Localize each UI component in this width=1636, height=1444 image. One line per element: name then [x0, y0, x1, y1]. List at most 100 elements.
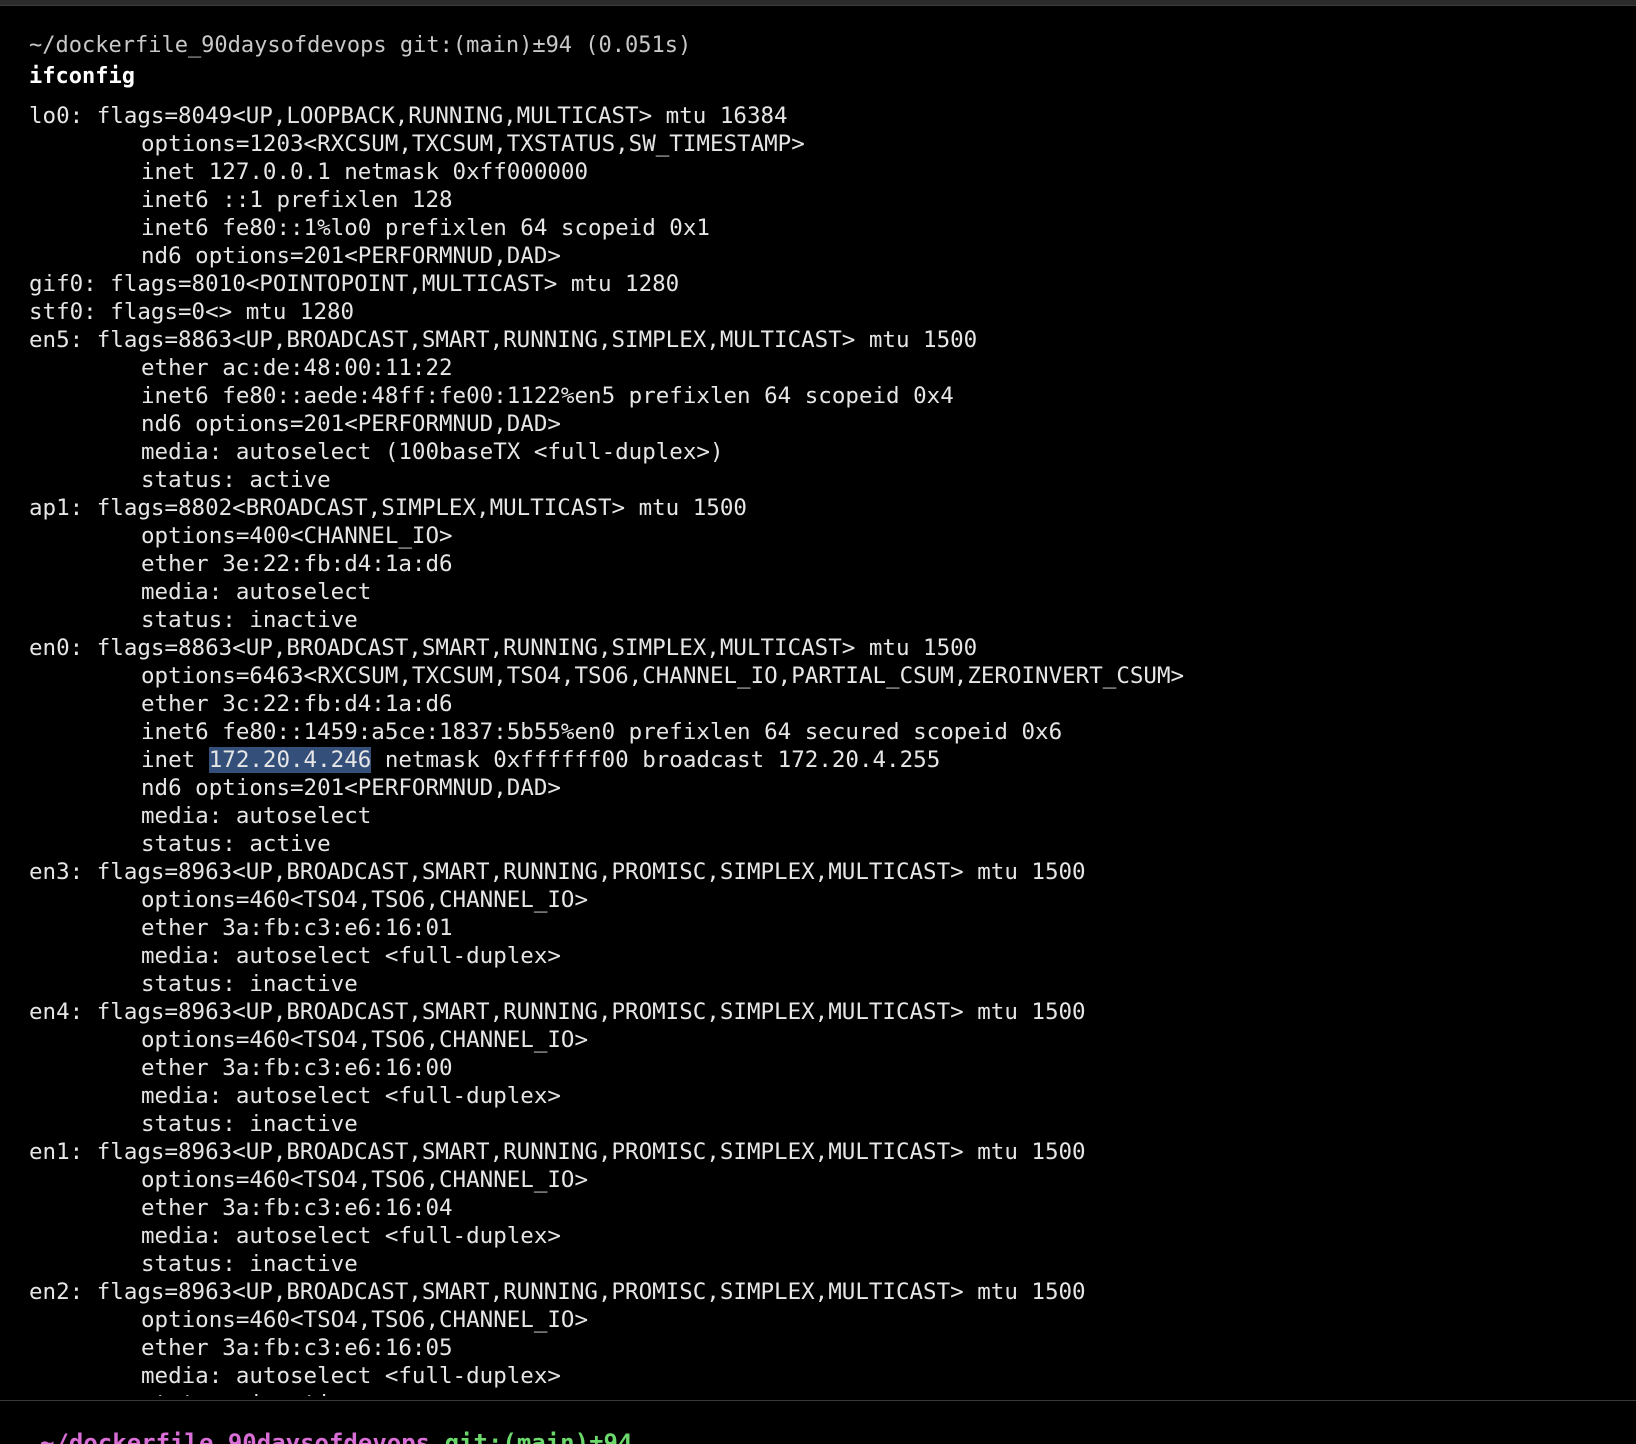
- prompt-path: ~/dockerfile_90daysofdevops: [29, 33, 387, 58]
- output-line-text: inet6 ::1 prefixlen 128: [141, 187, 453, 213]
- output-line-text: nd6 options=201<PERFORMNUD,DAD>: [141, 243, 561, 269]
- output-line-text: ether 3a:fb:c3:e6:16:01: [141, 915, 453, 941]
- output-line: ether 3e:22:fb:d4:1a:d6: [29, 550, 1609, 578]
- output-line: media: autoselect <full-duplex>: [29, 1082, 1609, 1110]
- output-line-text: options=460<TSO4,TSO6,CHANNEL_IO>: [141, 887, 589, 913]
- output-line: lo0: flags=8049<UP,LOOPBACK,RUNNING,MULT…: [29, 102, 1609, 130]
- output-line-text: stf0: flags=0<> mtu 1280: [29, 299, 355, 325]
- output-line: ether 3a:fb:c3:e6:16:05: [29, 1334, 1609, 1362]
- output-line-text: ether 3c:22:fb:d4:1a:d6: [141, 691, 453, 717]
- output-line: status: inactive: [29, 606, 1609, 634]
- output-line: media: autoselect <full-duplex>: [29, 1222, 1609, 1250]
- output-line-text: inet6 fe80::1459:a5ce:1837:5b55%en0 pref…: [141, 719, 1063, 745]
- output-line: en4: flags=8963<UP,BROADCAST,SMART,RUNNI…: [29, 998, 1609, 1026]
- output-line: inet6 ::1 prefixlen 128: [29, 186, 1609, 214]
- output-line-text: media: autoselect <full-duplex>: [141, 943, 561, 969]
- active-prompt[interactable]: ~/dockerfile_90daysofdevops git:(main)±9…: [40, 1428, 632, 1444]
- output-line: inet6 fe80::1459:a5ce:1837:5b55%en0 pref…: [29, 718, 1609, 746]
- output-line: media: autoselect: [29, 578, 1609, 606]
- output-line: inet6 fe80::1%lo0 prefixlen 64 scopeid 0…: [29, 214, 1609, 242]
- output-line-text: ether ac:de:48:00:11:22: [141, 355, 453, 381]
- output-line-text: options=460<TSO4,TSO6,CHANNEL_IO>: [141, 1307, 589, 1333]
- output-line-text: lo0: flags=8049<UP,LOOPBACK,RUNNING,MULT…: [29, 103, 788, 129]
- output-line: options=460<TSO4,TSO6,CHANNEL_IO>: [29, 1166, 1609, 1194]
- output-line-text: status: inactive: [141, 1251, 358, 1277]
- output-line-text: en3: flags=8963<UP,BROADCAST,SMART,RUNNI…: [29, 859, 1086, 885]
- output-line: inet 172.20.4.246 netmask 0xffffff00 bro…: [29, 746, 1609, 774]
- output-line: en0: flags=8863<UP,BROADCAST,SMART,RUNNI…: [29, 634, 1609, 662]
- output-line-text: ether 3a:fb:c3:e6:16:04: [141, 1195, 453, 1221]
- output-line: inet6 fe80::aede:48ff:fe00:1122%en5 pref…: [29, 382, 1609, 410]
- terminal-output-block[interactable]: ~/dockerfile_90daysofdevops git:(main)±9…: [29, 30, 1609, 1396]
- active-prompt-path: ~/dockerfile_90daysofdevops: [40, 1429, 431, 1444]
- output-line: nd6 options=201<PERFORMNUD,DAD>: [29, 242, 1609, 270]
- output-line: media: autoselect <full-duplex>: [29, 942, 1609, 970]
- output-line: status: inactive: [29, 970, 1609, 998]
- output-line-text: status: active: [141, 467, 331, 493]
- output-line: ether ac:de:48:00:11:22: [29, 354, 1609, 382]
- output-line-text: options=6463<RXCSUM,TXCSUM,TSO4,TSO6,CHA…: [141, 663, 1185, 689]
- output-line-text: inet 127.0.0.1 netmask 0xff000000: [141, 159, 589, 185]
- output-line-text: media: autoselect <full-duplex>: [141, 1223, 561, 1249]
- output-line-text: en5: flags=8863<UP,BROADCAST,SMART,RUNNI…: [29, 327, 978, 353]
- output-line-text: inet: [141, 747, 209, 773]
- output-line-text: en4: flags=8963<UP,BROADCAST,SMART,RUNNI…: [29, 999, 1086, 1025]
- output-line-text: options=460<TSO4,TSO6,CHANNEL_IO>: [141, 1027, 589, 1053]
- output-line-text: media: autoselect (100baseTX <full-duple…: [141, 439, 724, 465]
- output-line: options=460<TSO4,TSO6,CHANNEL_IO>: [29, 1306, 1609, 1334]
- output-line: options=400<CHANNEL_IO>: [29, 522, 1609, 550]
- prompt-duration: (0.051s): [572, 33, 692, 58]
- output-line: media: autoselect: [29, 802, 1609, 830]
- output-line-text: status: inactive: [141, 971, 358, 997]
- output-line-text: en1: flags=8963<UP,BROADCAST,SMART,RUNNI…: [29, 1139, 1086, 1165]
- output-line: en5: flags=8863<UP,BROADCAST,SMART,RUNNI…: [29, 326, 1609, 354]
- output-line-text: ether 3a:fb:c3:e6:16:00: [141, 1055, 453, 1081]
- output-line-text: media: autoselect <full-duplex>: [141, 1363, 561, 1389]
- output-line-text: status: inactive: [141, 607, 358, 633]
- output-line: options=460<TSO4,TSO6,CHANNEL_IO>: [29, 1026, 1609, 1054]
- active-prompt-git-status: git:(main)±94: [430, 1429, 633, 1444]
- output-line-text: ap1: flags=8802<BROADCAST,SIMPLEX,MULTIC…: [29, 495, 747, 521]
- output-line: ether 3c:22:fb:d4:1a:d6: [29, 690, 1609, 718]
- output-line: nd6 options=201<PERFORMNUD,DAD>: [29, 774, 1609, 802]
- output-line-text: nd6 options=201<PERFORMNUD,DAD>: [141, 775, 561, 801]
- selected-ip-address[interactable]: 172.20.4.246: [208, 747, 372, 773]
- output-line-text: options=400<CHANNEL_IO>: [141, 523, 453, 549]
- output-line: gif0: flags=8010<POINTOPOINT,MULTICAST> …: [29, 270, 1609, 298]
- output-line: options=460<TSO4,TSO6,CHANNEL_IO>: [29, 886, 1609, 914]
- output-line: status: inactive: [29, 1110, 1609, 1138]
- output-line: options=1203<RXCSUM,TXCSUM,TXSTATUS,SW_T…: [29, 130, 1609, 158]
- output-line: status: active: [29, 830, 1609, 858]
- output-line-text: inet6 fe80::1%lo0 prefixlen 64 scopeid 0…: [141, 215, 710, 241]
- executed-command: ifconfig: [29, 64, 135, 89]
- output-line-text: ether 3e:22:fb:d4:1a:d6: [141, 551, 453, 577]
- output-line: ether 3a:fb:c3:e6:16:00: [29, 1054, 1609, 1082]
- output-line-text: media: autoselect <full-duplex>: [141, 1083, 561, 1109]
- output-line: media: autoselect (100baseTX <full-duple…: [29, 438, 1609, 466]
- output-line: status: inactive: [29, 1390, 1609, 1396]
- output-line-text: nd6 options=201<PERFORMNUD,DAD>: [141, 411, 561, 437]
- output-line: options=6463<RXCSUM,TXCSUM,TSO4,TSO6,CHA…: [29, 662, 1609, 690]
- output-line: status: inactive: [29, 1250, 1609, 1278]
- output-line-text: options=460<TSO4,TSO6,CHANNEL_IO>: [141, 1167, 589, 1193]
- previous-prompt: ~/dockerfile_90daysofdevops git:(main)±9…: [29, 30, 1609, 62]
- window-top-border: [0, 0, 1636, 6]
- output-line-text: status: inactive: [141, 1391, 358, 1396]
- output-line-text: status: inactive: [141, 1111, 358, 1137]
- output-line-text: ether 3a:fb:c3:e6:16:05: [141, 1335, 453, 1361]
- output-line-text: gif0: flags=8010<POINTOPOINT,MULTICAST> …: [29, 271, 680, 297]
- output-line-text-after: netmask 0xffffff00 broadcast 172.20.4.25…: [371, 747, 941, 773]
- output-line-text: options=1203<RXCSUM,TXCSUM,TXSTATUS,SW_T…: [141, 131, 805, 157]
- output-line: en1: flags=8963<UP,BROADCAST,SMART,RUNNI…: [29, 1138, 1609, 1166]
- prompt-git-status: git:(main)±94: [386, 33, 573, 58]
- output-line-text: en2: flags=8963<UP,BROADCAST,SMART,RUNNI…: [29, 1279, 1086, 1305]
- output-line-text: media: autoselect: [141, 579, 372, 605]
- output-line-text: media: autoselect: [141, 803, 372, 829]
- command-output[interactable]: lo0: flags=8049<UP,LOOPBACK,RUNNING,MULT…: [29, 102, 1609, 1396]
- block-divider: [0, 1400, 1636, 1401]
- output-line: media: autoselect <full-duplex>: [29, 1362, 1609, 1390]
- output-line-text: en0: flags=8863<UP,BROADCAST,SMART,RUNNI…: [29, 635, 978, 661]
- output-line: nd6 options=201<PERFORMNUD,DAD>: [29, 410, 1609, 438]
- output-line: en3: flags=8963<UP,BROADCAST,SMART,RUNNI…: [29, 858, 1609, 886]
- output-line-text: inet6 fe80::aede:48ff:fe00:1122%en5 pref…: [141, 383, 954, 409]
